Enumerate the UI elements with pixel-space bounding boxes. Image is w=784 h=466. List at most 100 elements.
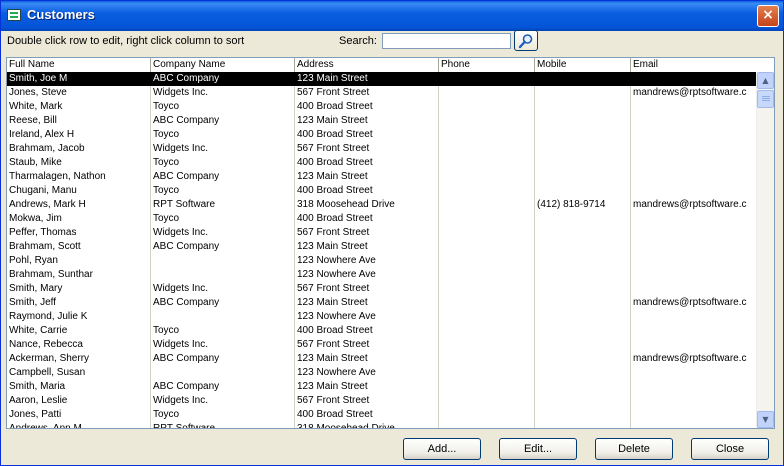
cell-mobile: [535, 338, 631, 352]
add-button[interactable]: Add...: [403, 438, 481, 460]
column-header-mobile[interactable]: Mobile: [535, 58, 631, 72]
table-row[interactable]: Ireland, Alex H Toyco 400 Broad Street: [7, 128, 759, 142]
close-icon[interactable]: ×: [757, 5, 779, 27]
close-button[interactable]: Close: [691, 438, 769, 460]
search-input[interactable]: [382, 33, 511, 49]
table-row[interactable]: Chugani, Manu Toyco 400 Broad Street: [7, 184, 759, 198]
search-button[interactable]: [514, 30, 538, 51]
cell-email: [631, 240, 759, 254]
cell-email: [631, 254, 759, 268]
edit-button[interactable]: Edit...: [499, 438, 577, 460]
cell-phone: [439, 310, 535, 324]
cell-phone: [439, 184, 535, 198]
table-row[interactable]: Ackerman, Sherry ABC Company 123 Main Stre…: [7, 352, 759, 366]
table-row[interactable]: Aaron, Leslie Widgets Inc. 567 Front Stree…: [7, 394, 759, 408]
cell-company-name: Widgets Inc.: [151, 86, 295, 100]
table-row[interactable]: Smith, Mary Widgets Inc. 567 Front Street: [7, 282, 759, 296]
title-bar[interactable]: Customers ×: [1, 1, 783, 31]
cell-address: 400 Broad Street: [295, 184, 439, 198]
cell-full-name: Campbell, Susan: [7, 366, 151, 380]
cell-phone: [439, 170, 535, 184]
cell-company-name: Toyco: [151, 128, 295, 142]
table-row[interactable]: Jones, Patti Toyco 400 Broad Street: [7, 408, 759, 422]
column-header-company-name[interactable]: Company Name: [151, 58, 295, 72]
cell-email: [631, 282, 759, 296]
cell-full-name: Andrews, Ann M: [7, 422, 151, 428]
cell-address: 400 Broad Street: [295, 212, 439, 226]
table-row[interactable]: Brahmam, Sunthar 123 Nowhere Ave: [7, 268, 759, 282]
cell-address: 318 Moosehead Drive: [295, 422, 439, 428]
table-row[interactable]: Campbell, Susan 123 Nowhere Ave: [7, 366, 759, 380]
table-row[interactable]: Brahmam, Jacob Widgets Inc. 567 Front Stre…: [7, 142, 759, 156]
cell-email: [631, 212, 759, 226]
cell-email: [631, 170, 759, 184]
cell-address: 567 Front Street: [295, 142, 439, 156]
cell-email: mandrews@rptsoftware.c: [633, 199, 747, 210]
cell-address: 123 Main Street: [295, 72, 439, 86]
cell-phone: [439, 240, 535, 254]
cell-email: [631, 310, 759, 324]
cell-phone: [439, 198, 535, 212]
cell-phone: [439, 156, 535, 170]
table-row[interactable]: Mokwa, Jim Toyco 400 Broad Street: [7, 212, 759, 226]
cell-company-name: Widgets Inc.: [151, 226, 295, 240]
scroll-down-icon[interactable]: ▼: [757, 411, 774, 428]
table-row[interactable]: Peffer, Thomas Widgets Inc. 567 Front Stre…: [7, 226, 759, 240]
column-header-address[interactable]: Address: [295, 58, 439, 72]
cell-company-name: Toyco: [151, 100, 295, 114]
table-row[interactable]: Brahmam, Scott ABC Company 123 Main Street: [7, 240, 759, 254]
cell-phone: [439, 282, 535, 296]
table-row[interactable]: Reese, Bill ABC Company 123 Main Street: [7, 114, 759, 128]
table-row[interactable]: White, Mark Toyco 400 Broad Street: [7, 100, 759, 114]
cell-phone: [439, 142, 535, 156]
cell-full-name: Raymond, Julie K: [7, 310, 151, 324]
column-header-email[interactable]: Email: [631, 58, 759, 72]
cell-phone: [439, 394, 535, 408]
cell-mobile: [535, 282, 631, 296]
cell-phone: [439, 254, 535, 268]
column-header-phone[interactable]: Phone: [439, 58, 535, 72]
scroll-up-icon[interactable]: ▲: [757, 72, 774, 89]
delete-button[interactable]: Delete: [595, 438, 673, 460]
table-row[interactable]: Smith, Joe M ABC Company 123 Main Street: [7, 72, 759, 86]
customers-grid[interactable]: Full Name Company Name Address Phone Mob…: [6, 57, 775, 429]
cell-full-name: Smith, Maria: [7, 380, 151, 394]
cell-company-name: [151, 310, 295, 324]
table-row[interactable]: Andrews, Ann M RPT Software 318 Moosehead …: [7, 422, 759, 428]
cell-mobile: [535, 128, 631, 142]
table-row[interactable]: White, Carrie Toyco 400 Broad Street: [7, 324, 759, 338]
cell-full-name: Smith, Jeff: [7, 296, 151, 310]
cell-phone: [439, 268, 535, 282]
table-row[interactable]: Raymond, Julie K 123 Nowhere Ave: [7, 310, 759, 324]
cell-address: 123 Nowhere Ave: [295, 254, 439, 268]
table-row[interactable]: Smith, Maria ABC Company 123 Main Street: [7, 380, 759, 394]
cell-phone: [439, 128, 535, 142]
cell-company-name: ABC Company: [151, 114, 295, 128]
cell-full-name: Jones, Steve: [7, 86, 151, 100]
table-row[interactable]: Jones, Steve Widgets Inc. 567 Front Street…: [7, 86, 759, 100]
cell-address: 123 Nowhere Ave: [295, 366, 439, 380]
cell-email: [631, 226, 759, 240]
table-row[interactable]: Andrews, Mark H RPT Software 318 Moosehead…: [7, 198, 759, 212]
table-row[interactable]: Staub, Mike Toyco 400 Broad Street: [7, 156, 759, 170]
table-row[interactable]: Tharmalagen, Nathon ABC Company 123 Main S…: [7, 170, 759, 184]
cell-company-name: [151, 366, 295, 380]
scroll-thumb[interactable]: [757, 90, 774, 108]
table-row[interactable]: Pohl, Ryan 123 Nowhere Ave: [7, 254, 759, 268]
cell-full-name: Smith, Joe M: [7, 72, 151, 86]
cell-email: [631, 422, 759, 428]
cell-full-name: Pohl, Ryan: [7, 254, 151, 268]
table-row[interactable]: Smith, Jeff ABC Company 123 Main Street man…: [7, 296, 759, 310]
table-row[interactable]: Nance, Rebecca Widgets Inc. 567 Front Stre…: [7, 338, 759, 352]
cell-mobile: (412) 818-9714: [535, 198, 631, 212]
column-header-full-name[interactable]: Full Name: [7, 58, 151, 72]
cell-address: 123 Main Street: [295, 352, 439, 366]
cell-company-name: RPT Software: [151, 198, 295, 212]
vertical-scrollbar[interactable]: ▲ ▼: [756, 72, 774, 428]
search-label: Search:: [339, 35, 377, 47]
cell-address: 123 Main Street: [295, 380, 439, 394]
cell-address: 567 Front Street: [295, 226, 439, 240]
cell-company-name: Widgets Inc.: [151, 142, 295, 156]
cell-phone: [439, 100, 535, 114]
cell-full-name: Aaron, Leslie: [7, 394, 151, 408]
